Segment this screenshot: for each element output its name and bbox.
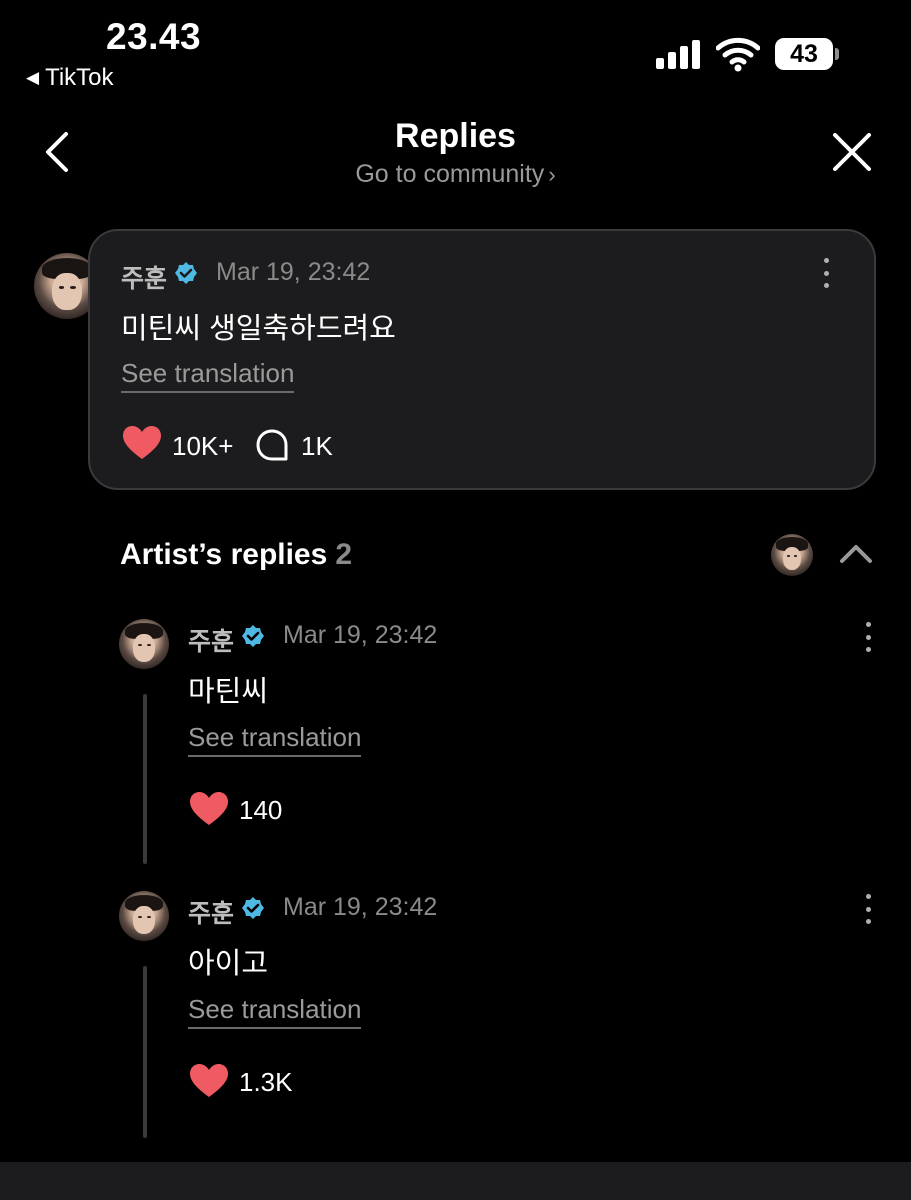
comment-author[interactable]: 주훈 (121, 259, 167, 295)
replies-screen: 23.43 ◀ TikTok 43 Replies Go to communit… (0, 0, 911, 1200)
go-to-community-link[interactable]: Go to community › (0, 160, 911, 189)
see-translation-link[interactable]: See translation (188, 994, 362, 1029)
more-options-icon[interactable] (863, 622, 873, 652)
verified-icon (242, 625, 264, 647)
like-count: 1.3K (239, 1067, 293, 1097)
heart-icon[interactable] (189, 791, 229, 827)
back-triangle-icon: ◀ (26, 68, 40, 87)
artist-replies-title: Artist’s replies 2 (120, 538, 352, 572)
status-time: 23.43 (106, 16, 202, 57)
wifi-icon (716, 37, 760, 72)
like-count: 140 (239, 795, 283, 825)
heart-icon[interactable] (189, 1063, 229, 1099)
thread-line (143, 694, 147, 864)
artist-avatar-small (771, 534, 813, 576)
verified-icon (175, 262, 197, 284)
reply-text: 마틴씨 (188, 676, 269, 708)
avatar[interactable] (119, 891, 169, 941)
comment-date: Mar 19, 23:42 (216, 258, 371, 286)
reply-date: Mar 19, 23:42 (283, 621, 438, 649)
reply-count: 1K (301, 431, 333, 461)
bottom-bar (0, 1162, 911, 1200)
chevron-up-icon[interactable] (839, 542, 873, 564)
more-options-icon[interactable] (821, 258, 831, 288)
battery-icon: 43 (775, 38, 839, 70)
heart-icon[interactable] (122, 425, 162, 461)
comment-text: 미틴씨 생일축하드려요 (121, 313, 396, 345)
avatar[interactable] (119, 619, 169, 669)
close-icon[interactable] (831, 131, 873, 173)
artist-replies-count: 2 (335, 538, 352, 571)
reply-text: 아이고 (188, 948, 269, 980)
main-comment-card: 주훈 Mar 19, 23:42 미틴씨 생일축하드려요 See transla… (88, 229, 876, 490)
like-count: 10K+ (172, 431, 234, 461)
back-to-app-button[interactable]: ◀ TikTok (26, 64, 114, 92)
back-app-label: TikTok (45, 64, 114, 91)
signal-icon (656, 40, 700, 69)
reply-date: Mar 19, 23:42 (283, 893, 438, 921)
see-translation-link[interactable]: See translation (188, 722, 362, 757)
page-title: Replies (395, 117, 516, 155)
comment-bubble-icon[interactable] (255, 428, 289, 462)
see-translation-link[interactable]: See translation (121, 358, 295, 393)
thread-line (143, 966, 147, 1138)
artist-replies-label: Artist’s replies (120, 538, 328, 571)
battery-percent: 43 (790, 39, 818, 68)
verified-icon (242, 897, 264, 919)
go-to-community-label: Go to community (355, 160, 545, 188)
more-options-icon[interactable] (863, 894, 873, 924)
chevron-right-icon: › (548, 162, 556, 187)
reply-author[interactable]: 주훈 (188, 622, 234, 658)
reply-author[interactable]: 주훈 (188, 894, 234, 930)
